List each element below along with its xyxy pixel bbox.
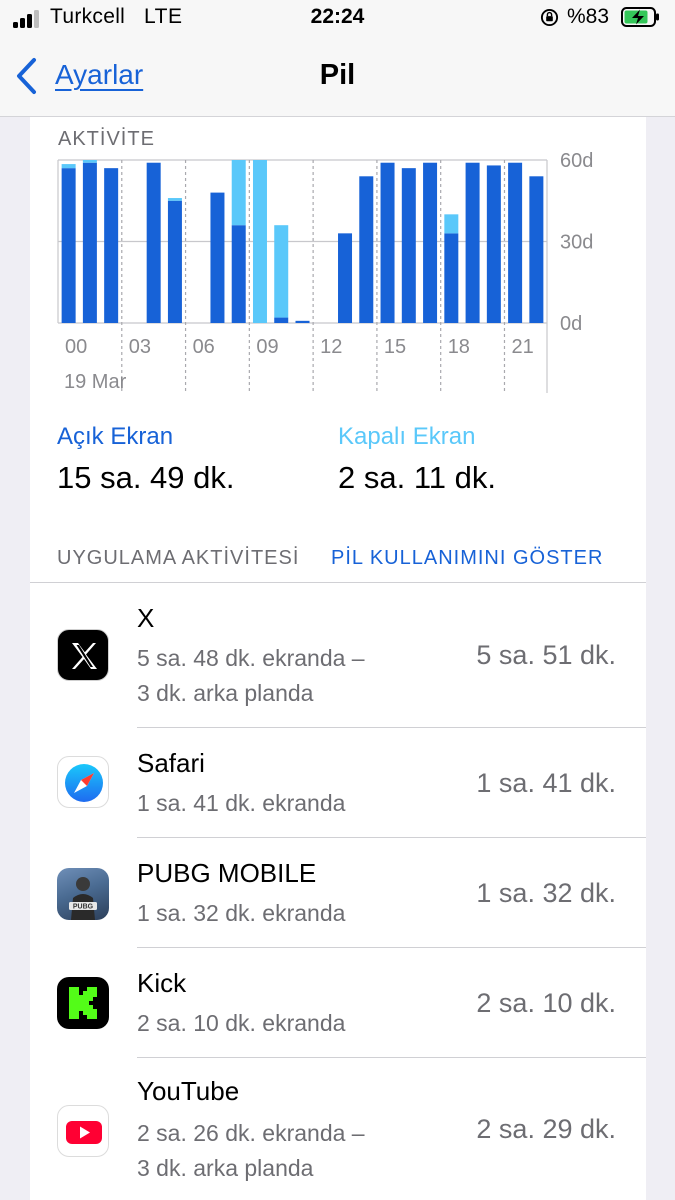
pubg-icon: PUBG [57, 868, 109, 920]
youtube-icon [57, 1105, 109, 1157]
app-detail-secondary: 3 dk. arka planda [137, 680, 314, 706]
app-total-time: 1 sa. 41 dk. [476, 768, 616, 798]
app-row-x[interactable]: X 5 sa. 48 dk. ekranda – 3 dk. arka plan… [30, 583, 646, 728]
app-name: Kick [137, 968, 187, 998]
screen-off-legend: Kapalı Ekran [338, 423, 476, 450]
app-detail: 1 sa. 32 dk. ekranda [137, 900, 346, 926]
app-detail-secondary: 3 dk. arka planda [137, 1155, 314, 1181]
safari-icon [57, 756, 109, 808]
app-row-pubg[interactable]: PUBG PUBG MOBILE 1 sa. 32 dk. ekranda 1 … [30, 838, 646, 948]
app-row-safari[interactable]: Safari 1 sa. 41 dk. ekranda 1 sa. 41 dk. [30, 728, 646, 838]
app-name: Safari [137, 748, 205, 778]
status-bar: Turkcell LTE 22:24 %83 [0, 0, 675, 38]
screen-off-total: 2 sa. 11 dk. [338, 460, 496, 495]
app-total-time: 5 sa. 51 dk. [476, 640, 616, 670]
app-detail: 5 sa. 48 dk. ekranda – [137, 645, 365, 671]
svg-text:PUBG: PUBG [73, 904, 94, 911]
app-detail: 2 sa. 10 dk. ekranda [137, 1010, 346, 1036]
show-battery-usage-link[interactable]: PİL KULLANIMINI GÖSTER [331, 547, 603, 570]
screen-on-total: 15 sa. 49 dk. [57, 460, 235, 495]
app-row-kick[interactable]: Kick 2 sa. 10 dk. ekranda 2 sa. 10 dk. [30, 948, 646, 1058]
app-total-time: 2 sa. 29 dk. [476, 1114, 616, 1144]
battery-charging-icon [621, 7, 659, 27]
kick-icon [57, 977, 109, 1029]
app-activity-header: UYGULAMA AKTİVİTESİ [57, 547, 300, 569]
battery-percent: %83 [567, 5, 610, 28]
app-row-youtube[interactable]: YouTube 2 sa. 26 dk. ekranda – 3 dk. ark… [30, 1058, 646, 1200]
page-title: Pil [319, 59, 356, 91]
app-detail: 1 sa. 41 dk. ekranda [137, 790, 346, 816]
app-total-time: 1 sa. 32 dk. [476, 878, 616, 908]
app-detail: 2 sa. 26 dk. ekranda – [137, 1120, 365, 1146]
rotation-lock-icon [540, 8, 559, 27]
app-total-time: 2 sa. 10 dk. [476, 988, 616, 1018]
app-name: YouTube [137, 1076, 240, 1106]
app-name: X [137, 603, 155, 633]
activity-section-label: AKTİVİTE [58, 128, 155, 150]
screen-on-legend: Açık Ekran [57, 423, 174, 450]
app-name: PUBG MOBILE [137, 858, 317, 888]
navigation-bar: Ayarlar Pil [0, 38, 675, 117]
x-app-icon [57, 629, 109, 681]
